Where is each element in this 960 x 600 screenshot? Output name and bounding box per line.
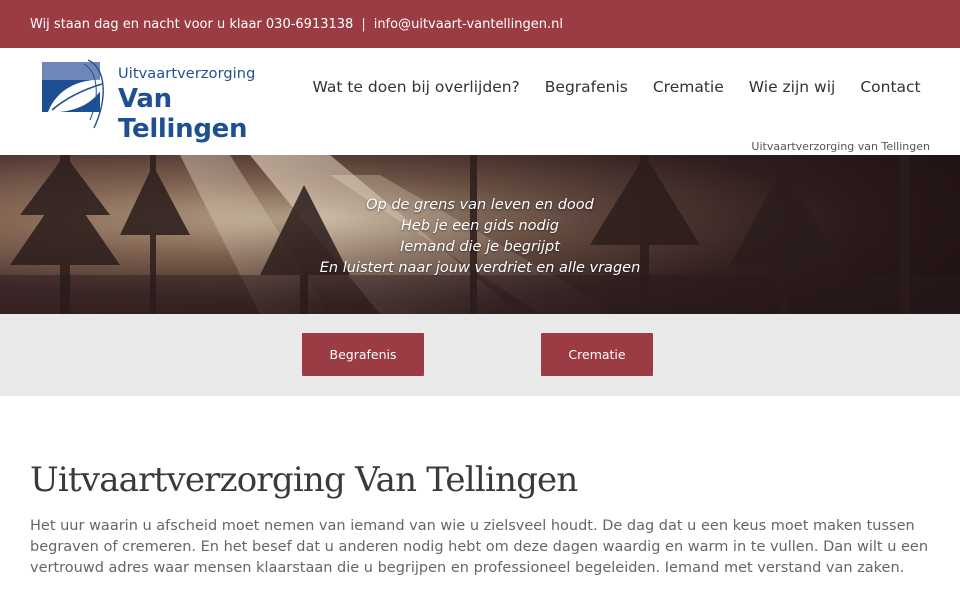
- breadcrumb[interactable]: Uitvaartverzorging van Tellingen: [751, 140, 930, 153]
- hero-poem: Op de grens van leven en dood Heb je een…: [0, 195, 960, 279]
- hero-banner: Op de grens van leven en dood Heb je een…: [0, 155, 960, 314]
- nav-item-begrafenis[interactable]: Begrafenis: [532, 78, 640, 96]
- logo-line2: Van Tellingen: [118, 84, 248, 144]
- poem-line: En luistert naar jouw verdriet en alle v…: [319, 260, 641, 276]
- nav-item-overlijden[interactable]: Wat te doen bij overlijden?: [300, 78, 532, 96]
- top-contact-bar: Wij staan dag en nacht voor u klaar 030-…: [0, 0, 960, 48]
- begrafenis-button[interactable]: Begrafenis: [302, 333, 424, 376]
- poem-line: Heb je een gids nodig: [401, 218, 559, 234]
- tagline-text: Wij staan dag en nacht voor u klaar: [30, 16, 262, 32]
- main-content: Uitvaartverzorging Van Tellingen Het uur…: [30, 456, 930, 579]
- logo-line1: Uitvaartverzorging: [118, 66, 256, 82]
- crematie-button[interactable]: Crematie: [541, 333, 653, 376]
- cta-band: Begrafenis Crematie: [0, 314, 960, 396]
- intro-paragraph: Het uur waarin u afscheid moet nemen van…: [30, 518, 929, 576]
- site-header: Uitvaartverzorging Van Tellingen Wat te …: [0, 48, 960, 155]
- poem-line: Iemand die je begrijpt: [400, 239, 560, 255]
- nav-item-crematie[interactable]: Crematie: [640, 78, 736, 96]
- logo-emblem-icon: [42, 59, 106, 129]
- nav-item-contact[interactable]: Contact: [848, 78, 933, 96]
- main-nav: Wat te doen bij overlijden? Begrafenis C…: [300, 78, 933, 96]
- poem-line: Op de grens van leven en dood: [366, 197, 594, 213]
- phone-link[interactable]: 030-6913138: [266, 17, 353, 32]
- page-title: Uitvaartverzorging Van Tellingen: [30, 460, 578, 500]
- nav-item-wie-zijn-wij[interactable]: Wie zijn wij: [736, 78, 848, 96]
- email-link[interactable]: info@uitvaart-vantellingen.nl: [374, 17, 563, 32]
- separator: |: [361, 16, 366, 32]
- site-logo[interactable]: Uitvaartverzorging Van Tellingen: [40, 58, 300, 144]
